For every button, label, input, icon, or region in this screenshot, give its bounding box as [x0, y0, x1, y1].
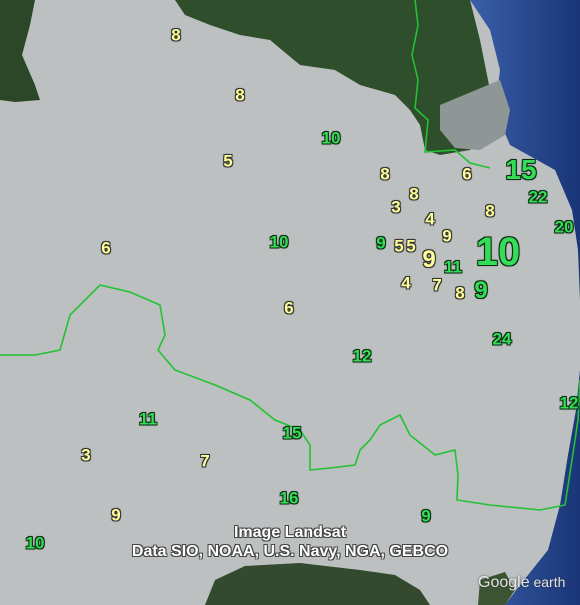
result-label: 10: [475, 230, 521, 274]
result-label: 9: [376, 233, 386, 253]
result-label: 15: [282, 423, 302, 443]
result-label: 3: [391, 197, 401, 217]
result-label: 22: [528, 187, 548, 207]
result-label: 8: [455, 283, 465, 303]
result-label: 8: [380, 164, 390, 184]
satellite-map[interactable]: 8 8 10 5 8 8 6 15 22 3 8 4 20 6 10 9 5 5…: [0, 0, 580, 605]
result-label: 10: [321, 128, 341, 148]
result-label: 6: [284, 298, 294, 318]
result-label: 8: [171, 25, 181, 45]
result-label: 6: [101, 238, 111, 258]
imagery-credit: Image Landsat: [233, 524, 347, 541]
result-label: 11: [139, 409, 157, 429]
result-label: 9: [442, 226, 452, 246]
result-label: 5: [223, 151, 233, 171]
result-label: 4: [401, 273, 411, 293]
result-label: 5: [394, 236, 404, 256]
result-label: 5: [406, 236, 416, 256]
result-label: 8: [235, 85, 245, 105]
result-label: 9: [421, 506, 431, 526]
result-label: 4: [425, 209, 435, 229]
result-label: 7: [432, 275, 442, 295]
result-label: 10: [25, 533, 45, 553]
result-label: 15: [505, 154, 537, 185]
result-label: 11: [444, 257, 462, 277]
result-label: 20: [554, 217, 574, 237]
result-label: 6: [462, 164, 472, 184]
result-label: 12: [559, 393, 579, 413]
result-label: 24: [492, 329, 512, 349]
result-label: 7: [200, 451, 210, 471]
result-label: 3: [81, 445, 91, 465]
result-label: 8: [409, 184, 419, 204]
result-label: 8: [485, 201, 495, 221]
result-label: 9: [474, 277, 488, 304]
data-credit: Data SIO, NOAA, U.S. Navy, NGA, GEBCO: [131, 543, 449, 560]
google-earth-logo: Google earth: [478, 574, 566, 591]
result-label: 10: [269, 232, 289, 252]
result-label: 9: [422, 246, 436, 273]
result-label: 16: [279, 488, 299, 508]
result-label: 9: [111, 505, 121, 525]
result-label: 12: [352, 346, 372, 366]
